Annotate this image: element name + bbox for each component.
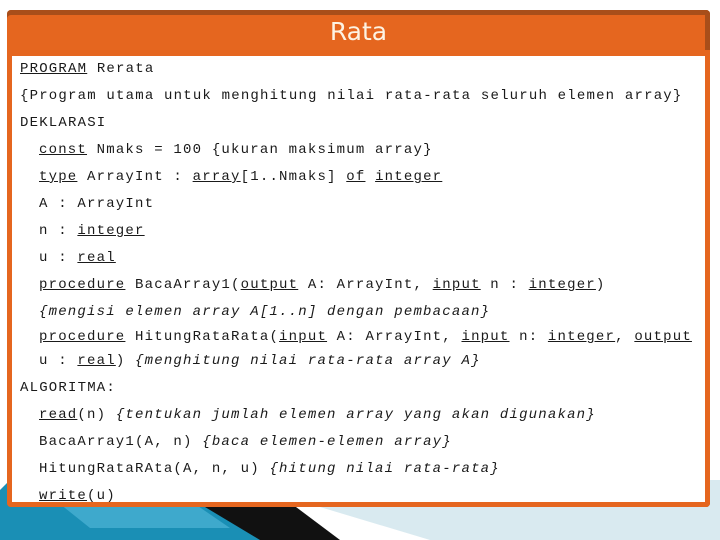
code-line: const Nmaks = 100 {ukuran maksimum array… <box>20 137 692 164</box>
comment: {menghitung nilai rata-rata array A} <box>135 353 481 369</box>
code-line: {mengisi elemen array A[1..n] dengan pem… <box>20 299 692 326</box>
code-text: ALGORITMA: <box>20 380 117 396</box>
keyword: procedure <box>39 329 126 345</box>
keyword: type <box>39 169 78 185</box>
code-line: write(u) <box>20 483 692 502</box>
keyword: read <box>39 407 78 423</box>
keyword: output <box>634 329 692 345</box>
code-text: DEKLARASI <box>20 115 107 131</box>
keyword: real <box>77 250 116 266</box>
code-line: BacaArray1(A, n) {baca elemen-elemen arr… <box>20 429 692 456</box>
keyword: procedure <box>39 277 126 293</box>
code-line: u : real) {menghitung nilai rata-rata ar… <box>20 348 692 375</box>
keyword: integer <box>547 329 616 345</box>
keyword: write <box>39 488 88 502</box>
keyword: integer <box>77 223 145 239</box>
comment: {baca elemen-elemen array} <box>202 434 452 450</box>
code-text: [1..Nmaks] <box>240 169 347 185</box>
code-text: ArrayInt : <box>77 169 193 185</box>
code-text: HitungRataRata( <box>125 329 280 345</box>
keyword: array <box>192 169 241 185</box>
keyword: of <box>346 169 366 185</box>
keyword: PROGRAM <box>20 61 88 77</box>
code-line: type ArrayInt : array[1..Nmaks] of integ… <box>20 164 692 191</box>
code-text: ) <box>595 277 606 293</box>
code-line: read(n) {tentukan jumlah elemen array ya… <box>20 402 692 429</box>
code-text: (n) <box>77 407 116 423</box>
keyword: real <box>77 353 116 369</box>
keyword: output <box>240 277 299 293</box>
code-text: A : ArrayInt <box>39 196 155 212</box>
code-line: PROGRAM Rerata <box>20 56 692 83</box>
comment: {hitung nilai rata-rata} <box>269 461 500 477</box>
code-text: Nmaks = 100 {ukuran maksimum array} <box>87 142 433 158</box>
code-line: A : ArrayInt <box>20 191 692 218</box>
code-line: n : integer <box>20 218 692 245</box>
code-line: DEKLARASI <box>20 110 692 137</box>
code-line: procedure BacaArray1(output A: ArrayInt,… <box>20 272 692 299</box>
code-text: BacaArray1(A, n) <box>39 434 203 450</box>
code-line: ALGORITMA: <box>20 375 692 402</box>
code-line: u : real <box>20 245 692 272</box>
code-text: HitungRataRAta(A, n, u) <box>39 461 270 477</box>
comment: {mengisi elemen array A[1..n] dengan pem… <box>39 304 491 320</box>
keyword: input <box>461 329 510 345</box>
code-text: A: ArrayInt, <box>298 277 433 293</box>
pseudocode-listing: PROGRAM Rerata {Program utama untuk mengh… <box>20 56 692 502</box>
code-text: u : <box>39 353 78 369</box>
keyword: input <box>279 329 328 345</box>
code-text: Rerata <box>87 61 155 77</box>
code-text: BacaArray1( <box>125 277 241 293</box>
comment: {tentukan jumlah elemen array yang akan … <box>115 407 596 423</box>
code-text: n : <box>39 223 78 239</box>
code-text: n : <box>480 277 529 293</box>
code-text: (u) <box>87 488 116 502</box>
code-panel: PROGRAM Rerata {Program utama untuk mengh… <box>12 56 705 502</box>
keyword: integer <box>375 169 443 185</box>
cropped-title-line: g g g <box>0 0 720 6</box>
code-text: A: ArrayInt, <box>327 329 462 345</box>
code-line: HitungRataRAta(A, n, u) {hitung nilai ra… <box>20 456 692 483</box>
code-line: procedure HitungRataRata(input A: ArrayI… <box>20 326 692 348</box>
slide-title: Rata <box>329 17 388 46</box>
keyword: input <box>432 277 481 293</box>
keyword: integer <box>528 277 596 293</box>
code-text: n: <box>509 329 548 345</box>
code-text: ) <box>115 353 136 369</box>
code-text: , <box>615 329 635 345</box>
code-text: u : <box>39 250 78 266</box>
code-text: {Program utama untuk menghitung nilai ra… <box>20 88 683 104</box>
code-line: {Program utama untuk menghitung nilai ra… <box>20 83 692 110</box>
keyword: const <box>39 142 88 158</box>
